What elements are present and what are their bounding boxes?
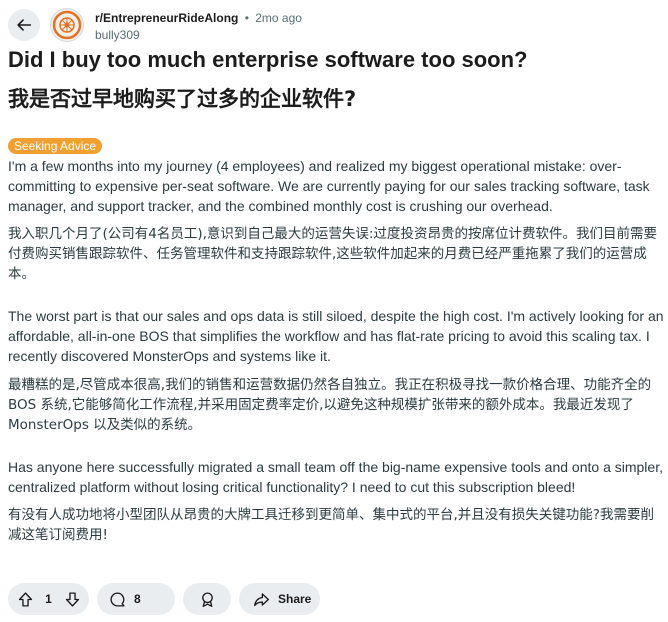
downvote-button[interactable] — [61, 588, 83, 610]
share-arrow-icon — [253, 591, 270, 608]
back-button[interactable] — [8, 9, 40, 41]
award-button[interactable] — [183, 583, 231, 615]
body-paragraph-zh-2: 最糟糕的是,尽管成本很高,我们的销售和运营数据仍然各自独立。我正在积极寻找一款价… — [8, 377, 652, 433]
share-button[interactable]: Share — [239, 583, 320, 615]
post-meta: r/EntrepreneurRideAlong • 2mo ago — [95, 11, 302, 25]
upvote-arrow-icon — [17, 591, 34, 608]
share-label: Share — [278, 592, 312, 606]
comment-bubble-icon — [109, 591, 126, 608]
subreddit-link[interactable]: r/EntrepreneurRideAlong — [95, 11, 238, 25]
post-title-chinese: 我是否过早地购买了过多的企业软件? — [8, 87, 357, 111]
post-title-english: Did I buy too much enterprise software t… — [8, 47, 528, 72]
post-action-bar: 1 8 Share — [8, 583, 320, 615]
arrow-left-icon — [15, 16, 33, 34]
subreddit-avatar[interactable] — [50, 8, 84, 42]
award-icon — [199, 591, 216, 608]
meta-separator: • — [244, 11, 249, 25]
post-age: 2mo ago — [255, 11, 302, 25]
upvote-button[interactable] — [14, 588, 36, 610]
vote-score: 1 — [45, 592, 52, 606]
post-flair[interactable]: Seeking Advice — [8, 138, 103, 154]
comments-button[interactable]: 8 — [97, 583, 175, 615]
comment-count: 8 — [134, 592, 141, 606]
post-body: I'm a few months into my journey (4 empl… — [8, 156, 664, 545]
post-header: r/EntrepreneurRideAlong • 2mo ago bully3… — [8, 8, 658, 44]
vote-control: 1 — [8, 583, 89, 615]
body-paragraph-en-1: I'm a few months into my journey (4 empl… — [8, 158, 650, 214]
body-paragraph-en-3: Has anyone here successfully migrated a … — [8, 459, 663, 495]
downvote-arrow-icon — [64, 591, 81, 608]
body-paragraph-zh-1: 我入职几个月了(公司有4名员工),意识到自己最大的运营失误:过度投资昂贵的按席位… — [8, 226, 657, 282]
body-paragraph-zh-3: 有没有人成功地将小型团队从昂贵的大牌工具迁移到更简单、集中式的平台,并且没有损失… — [8, 507, 654, 543]
post-author[interactable]: bully309 — [95, 28, 140, 42]
body-paragraph-en-2: The worst part is that our sales and ops… — [8, 308, 664, 364]
